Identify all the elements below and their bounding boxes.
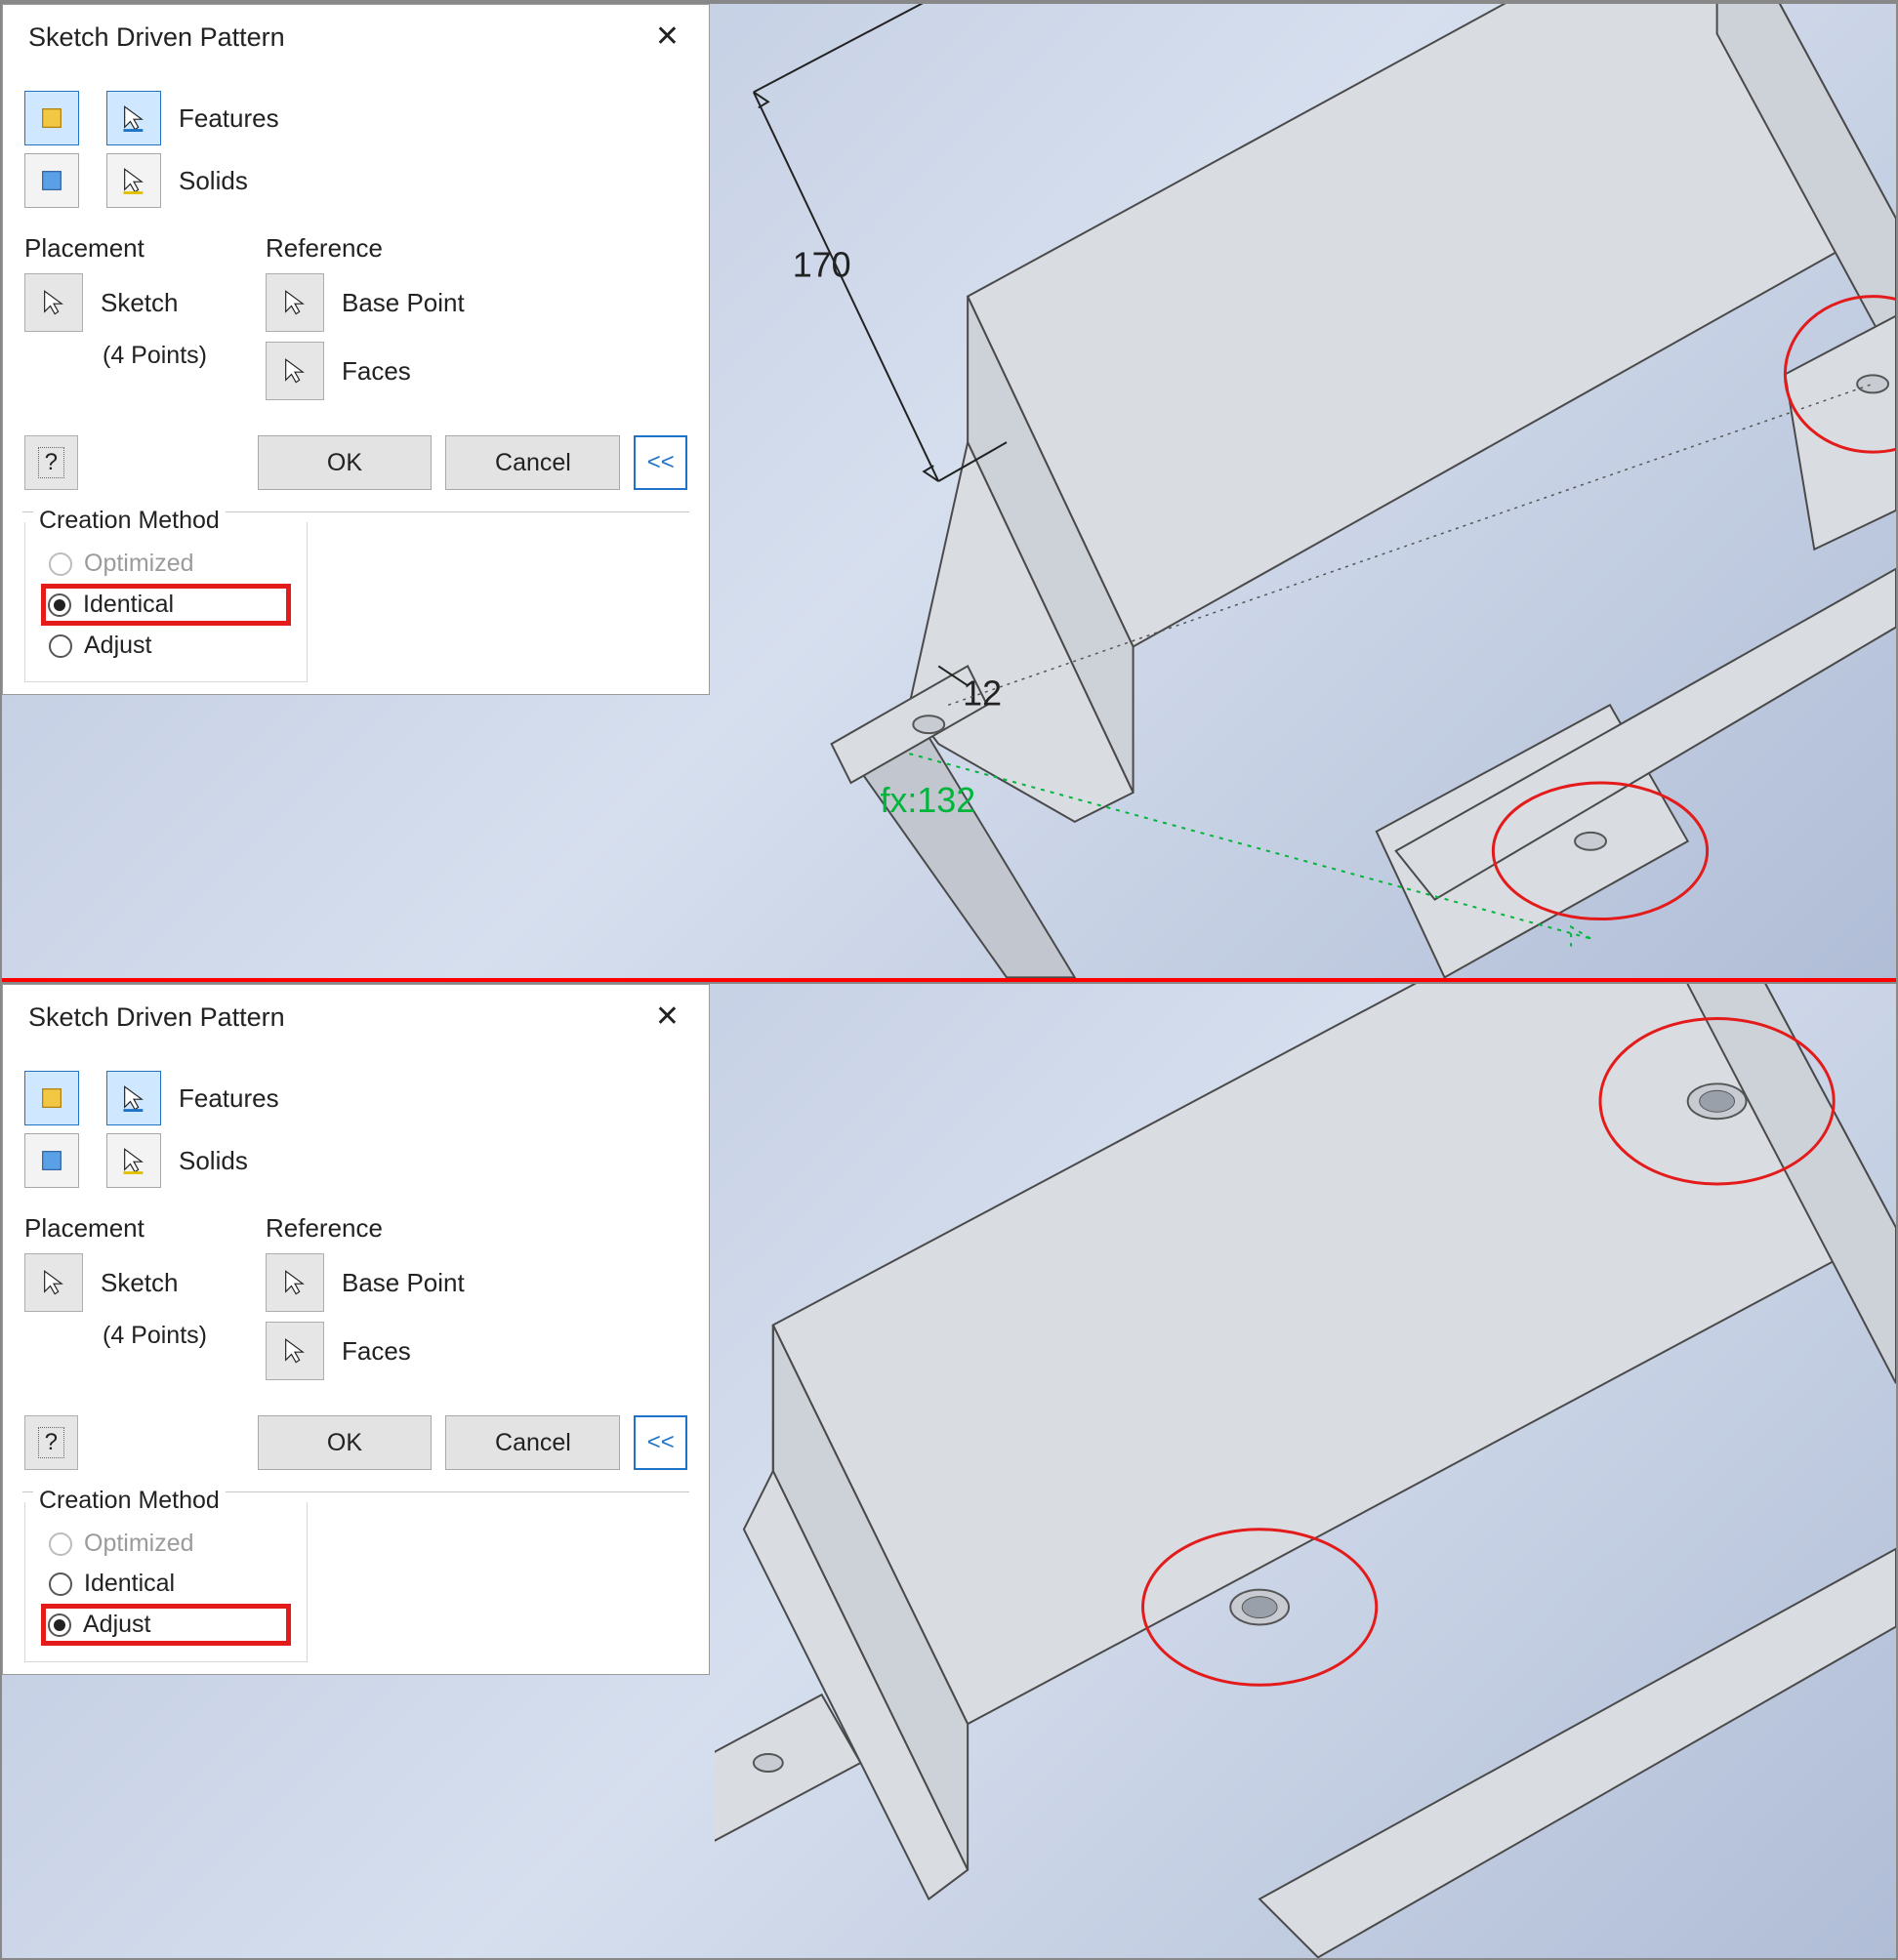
- cursor-icon: [281, 1269, 309, 1296]
- features-label: Features: [179, 1083, 279, 1114]
- reference-section: Reference Base Point Faces: [266, 1213, 465, 1390]
- placement-section: Placement Sketch (4 Points): [24, 1213, 207, 1390]
- radio-adjust[interactable]: Adjust: [41, 1604, 291, 1646]
- creation-method-group: Creation Method Optimized Identical Adju…: [24, 1502, 308, 1662]
- cursor-icon: [281, 289, 309, 316]
- comparison-container: Sketch Driven Pattern ✕: [0, 0, 1898, 1960]
- help-icon: ?: [38, 447, 64, 478]
- creation-title: Creation Method: [33, 507, 226, 535]
- features-select-button[interactable]: [106, 91, 161, 145]
- ok-button[interactable]: OK: [258, 1415, 433, 1470]
- pattern-feature-mode-button[interactable]: [24, 91, 79, 145]
- sketch-label: Sketch: [101, 288, 179, 318]
- close-button[interactable]: ✕: [645, 19, 689, 56]
- pattern-body-mode-button[interactable]: [24, 153, 79, 208]
- dialog-sketch-driven-pattern-bottom: Sketch Driven Pattern ✕: [2, 984, 710, 1675]
- points-count: (4 Points): [24, 342, 207, 370]
- reference-title: Reference: [266, 1213, 465, 1244]
- help-icon: ?: [38, 1427, 64, 1458]
- body-blue-icon: [38, 1147, 65, 1174]
- faces-label: Faces: [342, 356, 411, 387]
- radio-identical[interactable]: Identical: [41, 584, 291, 626]
- dialog-buttons: ? OK Cancel <<: [3, 1404, 709, 1488]
- solids-label: Solids: [179, 166, 248, 196]
- radio-optimized: Optimized: [45, 544, 287, 584]
- cursor-icon: [40, 1269, 67, 1296]
- points-count: (4 Points): [24, 1322, 207, 1350]
- viewport-bottom[interactable]: [715, 984, 1896, 1958]
- dim-fx132: fx:132: [880, 781, 975, 820]
- basepoint-label: Base Point: [342, 288, 465, 318]
- reference-title: Reference: [266, 233, 465, 264]
- collapse-button[interactable]: <<: [634, 435, 687, 490]
- features-label: Features: [179, 103, 279, 134]
- dialog-sketch-driven-pattern-top: Sketch Driven Pattern ✕: [2, 4, 710, 695]
- placement-reference: Placement Sketch (4 Points) Reference: [3, 1204, 709, 1404]
- placement-title: Placement: [24, 1213, 207, 1244]
- basepoint-label: Base Point: [342, 1268, 465, 1298]
- cursor-icon: [120, 1084, 147, 1112]
- sketch-label: Sketch: [101, 1268, 179, 1298]
- dim-12: 12: [963, 674, 1002, 713]
- solids-label: Solids: [179, 1146, 248, 1176]
- cursor-icon: [120, 104, 147, 132]
- body-blue-icon: [38, 167, 65, 194]
- feature-yellow-icon: [38, 1084, 65, 1112]
- placement-title: Placement: [24, 233, 207, 264]
- cursor-icon: [120, 1147, 147, 1174]
- mode-selectors: Features Solids: [3, 1049, 709, 1204]
- faces-select-button[interactable]: [266, 342, 324, 400]
- faces-label: Faces: [342, 1336, 411, 1367]
- pattern-body-mode-button[interactable]: [24, 1133, 79, 1188]
- dialog-titlebar: Sketch Driven Pattern ✕: [3, 985, 709, 1049]
- cursor-icon: [40, 289, 67, 316]
- basepoint-select-button[interactable]: [266, 273, 324, 332]
- cursor-icon: [120, 167, 147, 194]
- mode-selectors: Features Solids: [3, 69, 709, 224]
- cursor-icon: [281, 1337, 309, 1365]
- faces-select-button[interactable]: [266, 1322, 324, 1380]
- sketch-select-button[interactable]: [24, 1253, 83, 1312]
- solids-select-button[interactable]: [106, 1133, 161, 1188]
- dialog-title: Sketch Driven Pattern: [28, 22, 285, 53]
- cursor-icon: [281, 357, 309, 385]
- top-panel: Sketch Driven Pattern ✕: [2, 2, 1896, 978]
- ok-button[interactable]: OK: [258, 435, 433, 490]
- basepoint-select-button[interactable]: [266, 1253, 324, 1312]
- solids-select-button[interactable]: [106, 153, 161, 208]
- placement-reference: Placement Sketch (4 Points) Reference: [3, 224, 709, 424]
- help-button[interactable]: ?: [24, 435, 78, 490]
- pattern-feature-mode-button[interactable]: [24, 1071, 79, 1125]
- creation-method-group: Creation Method Optimized Identical Adju…: [24, 522, 308, 682]
- collapse-button[interactable]: <<: [634, 1415, 687, 1470]
- sketch-select-button[interactable]: [24, 273, 83, 332]
- viewport-top[interactable]: 170 12 fx:132: [715, 4, 1896, 978]
- radio-optimized: Optimized: [45, 1524, 287, 1564]
- dim-170: 170: [793, 246, 851, 285]
- feature-yellow-icon: [38, 104, 65, 132]
- features-select-button[interactable]: [106, 1071, 161, 1125]
- radio-adjust[interactable]: Adjust: [45, 626, 287, 666]
- radio-identical[interactable]: Identical: [45, 1564, 287, 1604]
- dialog-titlebar: Sketch Driven Pattern ✕: [3, 5, 709, 69]
- cancel-button[interactable]: Cancel: [445, 1415, 620, 1470]
- bottom-panel: Sketch Driven Pattern ✕: [2, 982, 1896, 1958]
- help-button[interactable]: ?: [24, 1415, 78, 1470]
- dialog-title: Sketch Driven Pattern: [28, 1002, 285, 1033]
- cancel-button[interactable]: Cancel: [445, 435, 620, 490]
- close-button[interactable]: ✕: [645, 999, 689, 1036]
- dialog-buttons: ? OK Cancel <<: [3, 424, 709, 508]
- creation-title: Creation Method: [33, 1487, 226, 1515]
- reference-section: Reference Base Point Faces: [266, 233, 465, 410]
- placement-section: Placement Sketch (4 Points): [24, 233, 207, 410]
